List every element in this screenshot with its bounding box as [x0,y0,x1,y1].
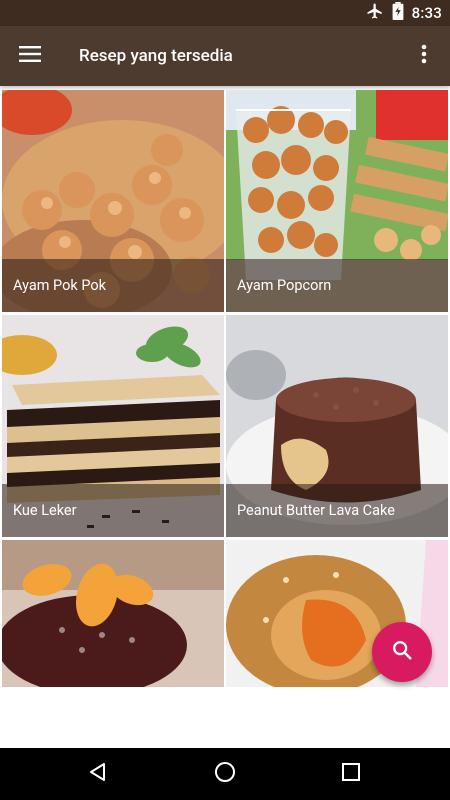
search-icon [391,639,413,665]
status-bar: 8:33 [0,0,450,26]
recipe-card[interactable]: Ayam Popcorn [226,90,448,312]
menu-button[interactable] [10,36,50,76]
back-button[interactable] [78,754,118,794]
home-icon [214,761,236,787]
hamburger-menu-icon [19,45,41,67]
more-vertical-icon [421,44,427,68]
recipe-card[interactable]: Ayam Pok Pok [2,90,224,312]
recipe-title: Ayam Pok Pok [2,259,224,312]
recipe-image [2,540,224,687]
more-options-button[interactable] [404,36,444,76]
recents-button[interactable] [331,754,371,794]
recents-icon [342,763,360,785]
back-icon [88,762,108,786]
recipe-title: Ayam Popcorn [226,259,448,312]
status-time: 8:33 [411,4,442,22]
recipe-card[interactable]: Peanut Butter Lava Cake [226,315,448,537]
battery-icon [392,2,404,24]
system-nav-bar [0,748,450,800]
recipe-card[interactable] [2,540,224,687]
page-title: Resep yang tersedia [79,46,233,66]
recipe-card[interactable]: Kue Leker [2,315,224,537]
app-bar: Resep yang tersedia [0,26,450,86]
recipe-title: Kue Leker [2,484,224,537]
search-fab-button[interactable] [372,622,432,682]
home-button[interactable] [205,754,245,794]
airplane-icon [366,2,384,24]
recipe-title: Peanut Butter Lava Cake [226,484,448,537]
